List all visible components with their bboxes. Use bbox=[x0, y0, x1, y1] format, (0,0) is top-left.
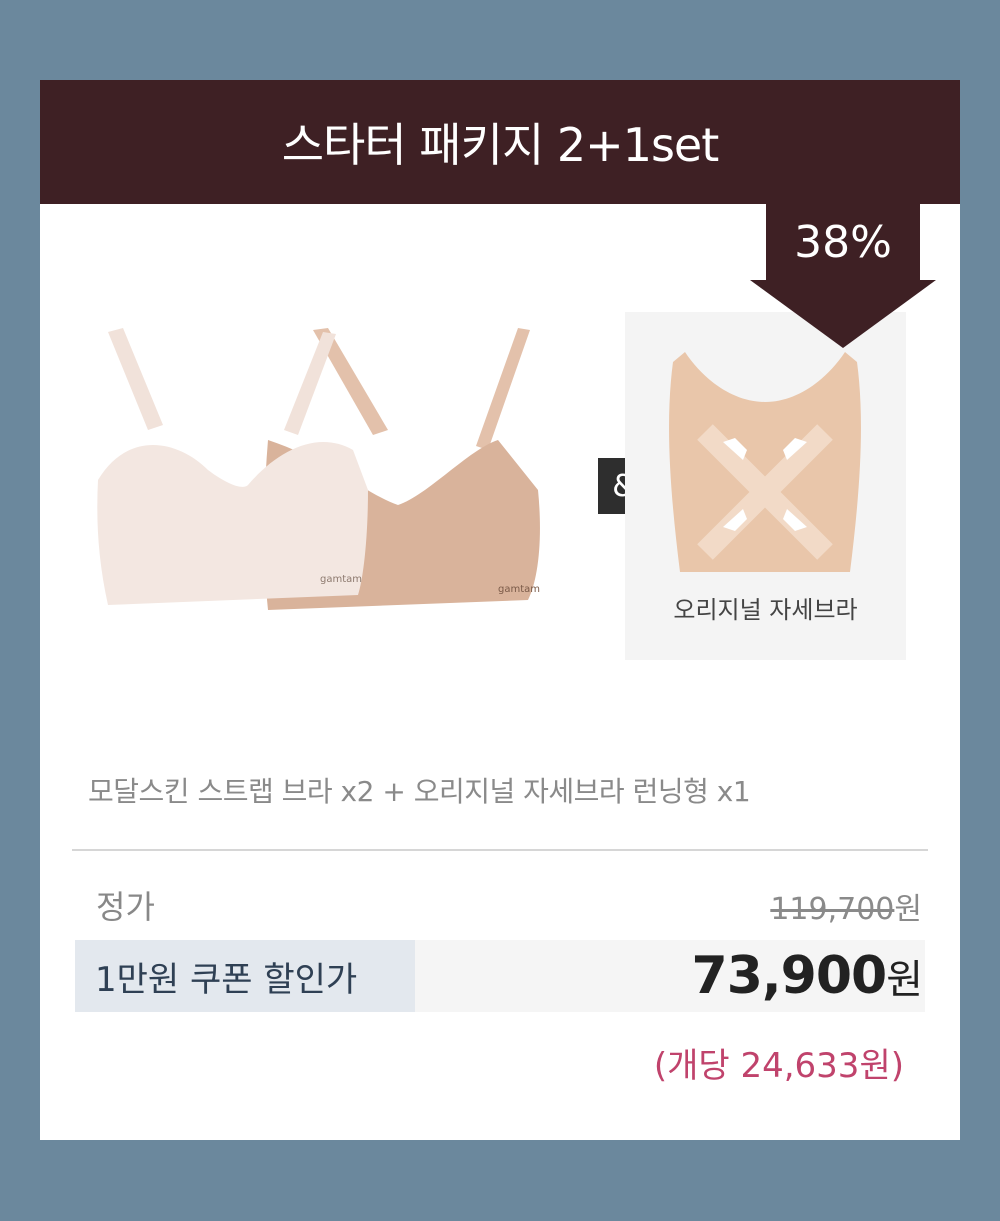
package-description: 모달스킨 스트랩 브라 x2 + 오리지널 자세브라 런닝형 x1 bbox=[88, 775, 751, 808]
product-card: 스타터 패키지 2+1set 38% gamtam gamtam & 오리지널 … bbox=[40, 80, 960, 1140]
package-title: 스타터 패키지 2+1set bbox=[281, 118, 720, 172]
side-product-caption: 오리지널 자세브라 bbox=[673, 596, 858, 624]
regular-price-currency: 원 bbox=[894, 892, 922, 927]
sale-price: 73,900원 bbox=[692, 946, 923, 1006]
strap-bra-image: gamtam gamtam bbox=[97, 328, 540, 610]
regular-price-label: 정가 bbox=[96, 888, 155, 926]
package-title-banner: 스타터 패키지 2+1set bbox=[40, 80, 960, 204]
discount-percent: 38% bbox=[794, 216, 892, 268]
side-product-panel: 오리지널 자세브라 bbox=[625, 312, 906, 660]
coupon-label: 1만원 쿠폰 할인가 bbox=[75, 940, 415, 1012]
regular-price: 119,700원 bbox=[770, 884, 922, 928]
divider bbox=[72, 849, 928, 851]
sale-price-currency: 원 bbox=[886, 957, 923, 1003]
posture-bra-image bbox=[669, 352, 861, 572]
arrow-down-icon bbox=[750, 280, 936, 348]
coupon-price-row: 1만원 쿠폰 할인가 73,900원 bbox=[75, 940, 925, 1012]
brand-mark-back: gamtam bbox=[498, 584, 540, 595]
regular-price-value: 119,700 bbox=[770, 892, 895, 927]
sale-price-value: 73,900 bbox=[691, 946, 888, 1006]
brand-mark-front: gamtam bbox=[320, 574, 362, 585]
ivory-bra: gamtam bbox=[97, 328, 368, 605]
discount-badge: 38% bbox=[766, 204, 920, 280]
unit-price: (개당 24,633원) bbox=[653, 1046, 904, 1086]
